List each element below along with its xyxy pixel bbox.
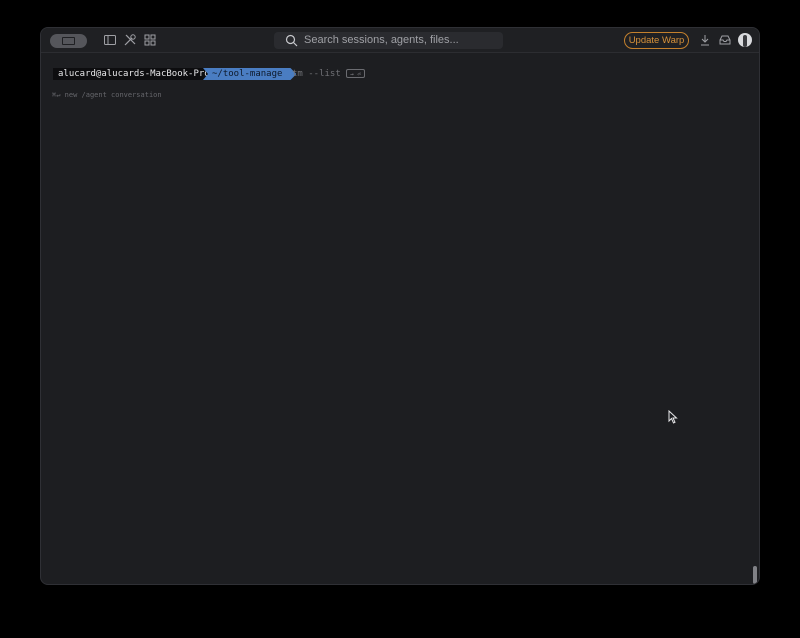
agent-hint: ⌘↵ new /agent conversation xyxy=(52,91,162,100)
search-placeholder: Search sessions, agents, files... xyxy=(304,34,459,46)
prompt-user: alucard@alucards-MacBook-Pro xyxy=(53,68,215,80)
terminal-window: Search sessions, agents, files... Update… xyxy=(40,27,760,585)
enter-key-hint[interactable]: → ⏎ xyxy=(346,69,365,78)
title-bar: Search sessions, agents, files... Update… xyxy=(41,28,759,53)
panel-icon[interactable] xyxy=(103,33,117,47)
avatar[interactable] xyxy=(738,33,752,47)
tools-icon[interactable] xyxy=(123,33,137,47)
search-input[interactable]: Search sessions, agents, files... xyxy=(274,32,503,49)
prompt-path: ~/tool-manage xyxy=(203,68,296,80)
grid-icon[interactable] xyxy=(143,33,157,47)
scrollbar[interactable] xyxy=(753,566,757,584)
sidebar-toggle-icon[interactable] xyxy=(50,34,87,48)
hint-keys: ⌘↵ xyxy=(52,91,61,99)
update-warp-button[interactable]: Update Warp xyxy=(624,32,689,49)
hint-text: new /agent conversation xyxy=(64,91,162,99)
inbox-icon[interactable] xyxy=(718,33,732,47)
download-icon[interactable] xyxy=(698,33,712,47)
mouse-cursor-icon xyxy=(668,410,678,424)
command-input[interactable]: tm --list xyxy=(292,68,341,80)
search-icon xyxy=(285,34,298,47)
